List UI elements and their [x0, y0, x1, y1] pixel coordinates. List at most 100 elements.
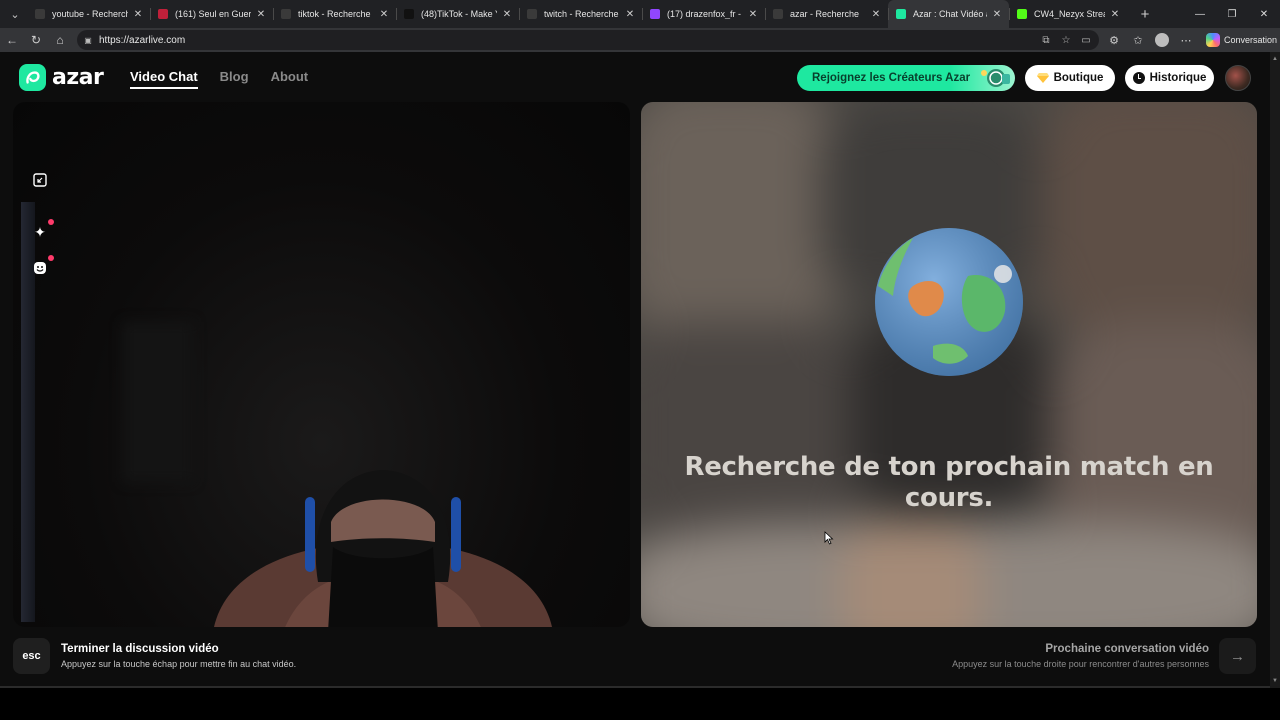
window-controls: — ❐ ✕: [1184, 0, 1280, 28]
url-field[interactable]: ▣ https://azarlive.com ⧉ ☆ ▭: [77, 30, 1099, 50]
match-video-panel: Recherche de ton prochain match en cours…: [641, 102, 1257, 627]
side-toolbar: ✦: [26, 160, 66, 290]
site-header: azar Video Chat Blog About Rejoignez les…: [0, 52, 1280, 102]
azar-logo[interactable]: azar: [19, 64, 104, 91]
self-camera-video: ✦: [13, 102, 630, 627]
azar-logo-icon: [19, 64, 46, 91]
join-creators-label: Rejoignez les Créateurs Azar: [812, 72, 971, 84]
tiktok-icon: [404, 9, 414, 19]
tab-title: youtube - Recherche: [52, 9, 128, 19]
azar-icon: [896, 9, 906, 19]
search-icon: [35, 9, 45, 19]
tab-title: CW4_Nezyx Stream - Wi: [1034, 9, 1105, 19]
notification-dot: [48, 255, 54, 261]
copilot-label: Conversation: [1224, 35, 1278, 45]
browser-tab[interactable]: (17) drazenfox_fr - Twitc ✕: [642, 0, 765, 28]
close-tab-icon[interactable]: ✕: [747, 9, 759, 20]
shop-label: Boutique: [1053, 72, 1104, 84]
minimize-video-button[interactable]: [26, 166, 54, 194]
search-icon: [281, 9, 291, 19]
nav-about[interactable]: About: [271, 69, 309, 89]
effects-button[interactable]: ✦: [26, 218, 54, 246]
scroll-down-icon[interactable]: ▼: [1272, 678, 1278, 684]
close-window-button[interactable]: ✕: [1248, 0, 1280, 28]
browser-tab[interactable]: CW4_Nezyx Stream - Wi ✕: [1009, 0, 1127, 28]
close-tab-icon[interactable]: ✕: [870, 9, 882, 20]
close-tab-icon[interactable]: ✕: [501, 9, 513, 20]
tab-title: (48)TikTok - Make Your D: [421, 9, 497, 19]
back-button[interactable]: ←: [0, 28, 24, 52]
browser-tab[interactable]: twitch - Recherche ✕: [519, 0, 642, 28]
mouse-cursor-icon: [824, 531, 834, 545]
copilot-button[interactable]: Conversation: [1206, 33, 1277, 47]
reload-button[interactable]: ↻: [24, 28, 48, 52]
tab-title: Azar : Chat Vidéo a: [913, 9, 987, 19]
gem-icon: [1036, 73, 1049, 83]
video-icon[interactable]: ▭: [1079, 32, 1093, 48]
sparkle-icon: ✦: [34, 223, 46, 240]
tab-title: (161) Seul en Guerre ave: [175, 9, 251, 19]
twitch-icon: [650, 9, 660, 19]
browser-tab[interactable]: Azar : Chat Vidéo a ✕: [888, 0, 1009, 28]
creators-decoration-icon: [981, 69, 1010, 87]
extensions-icon[interactable]: ⚙: [1104, 30, 1124, 50]
search-icon: [773, 9, 783, 19]
history-label: Historique: [1149, 72, 1207, 84]
close-tab-icon[interactable]: ✕: [255, 9, 267, 20]
close-tab-icon[interactable]: ✕: [1109, 9, 1121, 20]
tab-actions-menu[interactable]: ⌄: [3, 4, 27, 24]
smiley-icon: [34, 262, 46, 274]
new-tab-button[interactable]: +: [1133, 6, 1157, 23]
address-bar: ← ↻ ⌂ ▣ https://azarlive.com ⧉ ☆ ▭ ⚙ ✩ ⋯…: [0, 28, 1280, 52]
user-avatar[interactable]: [1225, 65, 1251, 91]
site-info-icon[interactable]: ▣: [83, 35, 93, 45]
browser-tab[interactable]: azar - Recherche ✕: [765, 0, 888, 28]
browser-tab[interactable]: tiktok - Recherche ✕: [273, 0, 396, 28]
nav-video-chat[interactable]: Video Chat: [130, 69, 198, 89]
browser-tab[interactable]: (161) Seul en Guerre ave ✕: [150, 0, 273, 28]
profile-icon[interactable]: [1152, 30, 1172, 50]
globe-icon: [875, 228, 1023, 376]
minimize-window-icon: [33, 173, 47, 187]
nav-blog[interactable]: Blog: [220, 69, 249, 89]
close-tab-icon[interactable]: ✕: [624, 9, 636, 20]
main-nav: Video Chat Blog About: [130, 69, 308, 89]
restore-button[interactable]: ❐: [1216, 0, 1248, 28]
stickers-button[interactable]: [26, 254, 54, 282]
end-chat-esc-button[interactable]: esc: [13, 638, 50, 674]
tab-strip: ⌄ youtube - Recherche ✕ (161) Seul en Guer…: [0, 0, 1280, 28]
bottom-controls: esc Terminer la discussion vidéo Appuyez…: [0, 632, 1280, 680]
clock-icon: [1132, 72, 1145, 84]
shop-button[interactable]: Boutique: [1025, 65, 1115, 91]
browser-tab[interactable]: youtube - Recherche ✕: [27, 0, 150, 28]
search-icon: [527, 9, 537, 19]
kick-icon: [1017, 9, 1027, 19]
end-chat-subtitle: Appuyez sur la touche échap pour mettre …: [61, 659, 297, 669]
favorites-icon[interactable]: ✩: [1128, 30, 1148, 50]
url-text: https://azarlive.com: [99, 34, 186, 46]
arrow-right-icon: →: [1230, 647, 1245, 665]
favorite-star-icon[interactable]: ☆: [1059, 32, 1073, 48]
vertical-scrollbar[interactable]: ▲ ▼: [1270, 52, 1280, 688]
join-creators-button[interactable]: Rejoignez les Créateurs Azar: [797, 65, 1015, 91]
searching-status-text: Recherche de ton prochain match en cours…: [684, 452, 1214, 513]
open-in-app-icon[interactable]: ⧉: [1039, 32, 1053, 48]
tab-title: tiktok - Recherche: [298, 9, 371, 19]
more-menu-icon[interactable]: ⋯: [1176, 30, 1196, 50]
scroll-up-icon[interactable]: ▲: [1272, 56, 1278, 62]
next-chat-button[interactable]: →: [1219, 638, 1256, 674]
close-tab-icon[interactable]: ✕: [991, 9, 1003, 20]
close-tab-icon[interactable]: ✕: [132, 9, 144, 20]
youtube-icon: [158, 9, 168, 19]
close-tab-icon[interactable]: ✕: [378, 9, 390, 20]
minimize-button[interactable]: —: [1184, 0, 1216, 28]
browser-tab[interactable]: (48)TikTok - Make Your D ✕: [396, 0, 519, 28]
home-button[interactable]: ⌂: [48, 28, 72, 52]
copilot-icon: [1206, 33, 1220, 47]
history-button[interactable]: Historique: [1125, 65, 1214, 91]
next-chat-title: Prochaine conversation vidéo: [1045, 643, 1209, 655]
next-chat-subtitle: Appuyez sur la touche droite pour rencon…: [952, 659, 1209, 669]
notification-dot: [48, 219, 54, 225]
tab-title: azar - Recherche: [790, 9, 860, 19]
tab-list: youtube - Recherche✕(161) Seul en Guerre…: [27, 0, 1127, 28]
